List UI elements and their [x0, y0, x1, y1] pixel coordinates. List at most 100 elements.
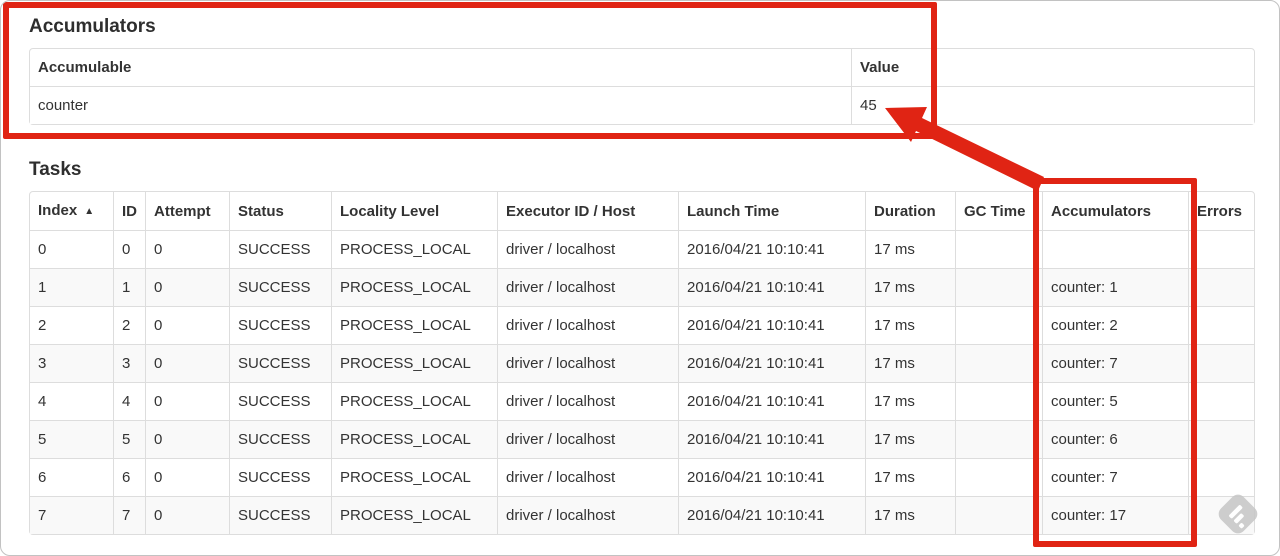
cell-index: 4 [30, 382, 113, 420]
cell-launch-time: 2016/04/21 10:10:41 [678, 230, 865, 268]
executor-column-header[interactable]: Executor ID / Host [497, 192, 678, 230]
sort-ascending-icon: ▲ [84, 206, 95, 217]
duration-column-header[interactable]: Duration [865, 192, 955, 230]
cell-locality-level: PROCESS_LOCAL [331, 268, 497, 306]
cell-launch-time: 2016/04/21 10:10:41 [678, 382, 865, 420]
launch-time-column-header[interactable]: Launch Time [678, 192, 865, 230]
cell-duration: 17 ms [865, 496, 955, 534]
locality-level-column-header[interactable]: Locality Level [331, 192, 497, 230]
cell-id: 5 [113, 420, 145, 458]
task-row: 0 0 0 SUCCESS PROCESS_LOCAL driver / loc… [30, 230, 1254, 268]
cell-id: 1 [113, 268, 145, 306]
cell-status: SUCCESS [229, 496, 331, 534]
cell-index: 6 [30, 458, 113, 496]
cell-id: 6 [113, 458, 145, 496]
cell-index: 5 [30, 420, 113, 458]
cell-id: 3 [113, 344, 145, 382]
cell-executor: driver / localhost [497, 382, 678, 420]
cell-attempt: 0 [145, 496, 229, 534]
cell-launch-time: 2016/04/21 10:10:41 [678, 420, 865, 458]
cell-launch-time: 2016/04/21 10:10:41 [678, 306, 865, 344]
cell-launch-time: 2016/04/21 10:10:41 [678, 458, 865, 496]
cell-locality-level: PROCESS_LOCAL [331, 496, 497, 534]
id-column-header[interactable]: ID [113, 192, 145, 230]
errors-column-header[interactable]: Errors [1188, 192, 1254, 230]
cell-gc-time [955, 230, 1042, 268]
cell-gc-time [955, 306, 1042, 344]
cell-id: 0 [113, 230, 145, 268]
attempt-column-header[interactable]: Attempt [145, 192, 229, 230]
cell-accumulators: counter: 17 [1042, 496, 1188, 534]
cell-gc-time [955, 382, 1042, 420]
status-column-header[interactable]: Status [229, 192, 331, 230]
cell-accumulators: counter: 7 [1042, 458, 1188, 496]
index-column-header[interactable]: Index ▲ [30, 192, 113, 230]
cell-accumulators: counter: 2 [1042, 306, 1188, 344]
tasks-table-body: 0 0 0 SUCCESS PROCESS_LOCAL driver / loc… [30, 230, 1254, 534]
accumulators-column-header[interactable]: Accumulators [1042, 192, 1188, 230]
cell-errors [1188, 344, 1254, 382]
cell-locality-level: PROCESS_LOCAL [331, 230, 497, 268]
cell-locality-level: PROCESS_LOCAL [331, 458, 497, 496]
cell-accumulable: counter [30, 86, 851, 124]
accumulators-table: Accumulable Value counter 45 [29, 48, 1255, 125]
cell-accumulators: counter: 7 [1042, 344, 1188, 382]
cell-duration: 17 ms [865, 458, 955, 496]
cell-duration: 17 ms [865, 230, 955, 268]
skitch-watermark-icon [1218, 494, 1258, 534]
task-row: 1 1 0 SUCCESS PROCESS_LOCAL driver / loc… [30, 268, 1254, 306]
cell-locality-level: PROCESS_LOCAL [331, 382, 497, 420]
tasks-table-header: Index ▲ ID Attempt Status Locality Level … [30, 192, 1254, 230]
cell-attempt: 0 [145, 268, 229, 306]
cell-accumulators: counter: 5 [1042, 382, 1188, 420]
cell-errors [1188, 420, 1254, 458]
cell-status: SUCCESS [229, 420, 331, 458]
cell-errors [1188, 230, 1254, 268]
cell-launch-time: 2016/04/21 10:10:41 [678, 344, 865, 382]
cell-index: 0 [30, 230, 113, 268]
cell-value: 45 [851, 86, 1254, 124]
cell-index: 1 [30, 268, 113, 306]
task-row: 4 4 0 SUCCESS PROCESS_LOCAL driver / loc… [30, 382, 1254, 420]
cell-accumulators: counter: 6 [1042, 420, 1188, 458]
accumulators-section-title: Accumulators [29, 16, 156, 37]
cell-attempt: 0 [145, 420, 229, 458]
cell-launch-time: 2016/04/21 10:10:41 [678, 496, 865, 534]
cell-status: SUCCESS [229, 268, 331, 306]
cell-duration: 17 ms [865, 420, 955, 458]
cell-duration: 17 ms [865, 268, 955, 306]
cell-executor: driver / localhost [497, 268, 678, 306]
cell-accumulators: counter: 1 [1042, 268, 1188, 306]
cell-duration: 17 ms [865, 382, 955, 420]
cell-status: SUCCESS [229, 382, 331, 420]
value-column-header[interactable]: Value [851, 49, 1254, 86]
cell-errors [1188, 382, 1254, 420]
cell-attempt: 0 [145, 306, 229, 344]
cell-index: 2 [30, 306, 113, 344]
cell-id: 7 [113, 496, 145, 534]
accumulable-column-header[interactable]: Accumulable [30, 49, 851, 86]
task-row: 7 7 0 SUCCESS PROCESS_LOCAL driver / loc… [30, 496, 1254, 534]
accumulators-table-header: Accumulable Value [30, 49, 1254, 86]
accumulators-table-body: counter 45 [30, 86, 1254, 124]
cell-locality-level: PROCESS_LOCAL [331, 420, 497, 458]
task-row: 3 3 0 SUCCESS PROCESS_LOCAL driver / loc… [30, 344, 1254, 382]
cell-status: SUCCESS [229, 306, 331, 344]
page-content: Accumulators Accumulable Value counter 4… [1, 15, 1279, 535]
cell-attempt: 0 [145, 458, 229, 496]
accumulator-row: counter 45 [30, 86, 1254, 124]
cell-gc-time [955, 496, 1042, 534]
cell-attempt: 0 [145, 382, 229, 420]
cell-executor: driver / localhost [497, 344, 678, 382]
task-row: 6 6 0 SUCCESS PROCESS_LOCAL driver / loc… [30, 458, 1254, 496]
cell-locality-level: PROCESS_LOCAL [331, 306, 497, 344]
cell-executor: driver / localhost [497, 458, 678, 496]
tasks-section-title: Tasks [29, 159, 82, 180]
index-header-label: Index [38, 202, 78, 219]
cell-gc-time [955, 420, 1042, 458]
cell-executor: driver / localhost [497, 306, 678, 344]
tasks-table: Index ▲ ID Attempt Status Locality Level … [29, 191, 1255, 535]
cell-launch-time: 2016/04/21 10:10:41 [678, 268, 865, 306]
gc-time-column-header[interactable]: GC Time [955, 192, 1042, 230]
cell-id: 4 [113, 382, 145, 420]
